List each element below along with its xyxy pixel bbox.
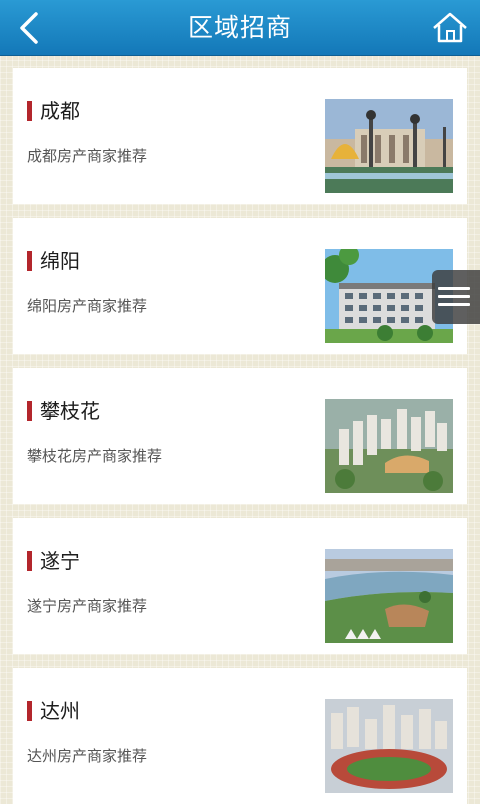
list-item[interactable]: 绵阳 绵阳房产商家推荐 [13,218,467,354]
home-button[interactable] [430,8,470,48]
region-thumbnail [325,99,453,193]
floating-menu-button[interactable] [432,270,480,324]
region-description: 绵阳房产商家推荐 [27,297,148,315]
home-icon [433,12,467,43]
region-thumbnail [325,699,453,793]
region-description: 达州房产商家推荐 [27,747,148,765]
page-title: 区域招商 [187,13,292,42]
list-item[interactable]: 成都 成都房产商家推荐 [13,68,467,204]
red-marker [27,251,32,271]
region-thumbnail [325,549,453,643]
region-description: 遂宁房产商家推荐 [27,597,148,615]
region-description: 攀枝花房产商家推荐 [27,447,163,465]
red-marker [27,551,32,571]
region-description: 成都房产商家推荐 [27,147,148,165]
region-name: 遂宁 [40,549,80,573]
region-name: 攀枝花 [40,399,100,423]
red-marker [27,401,32,421]
list-item[interactable]: 达州 达州房产商家推荐 [13,668,467,804]
region-name: 绵阳 [40,249,80,273]
region-name: 成都 [40,99,80,123]
top-navigation-bar: 区域招商 [0,0,480,56]
red-marker [27,701,32,721]
red-marker [27,101,32,121]
list-item[interactable]: 攀枝花 攀枝花房产商家推荐 [13,368,467,504]
region-thumbnail [325,399,453,493]
region-name: 达州 [40,699,80,723]
list-item[interactable]: 遂宁 遂宁房产商家推荐 [13,518,467,654]
